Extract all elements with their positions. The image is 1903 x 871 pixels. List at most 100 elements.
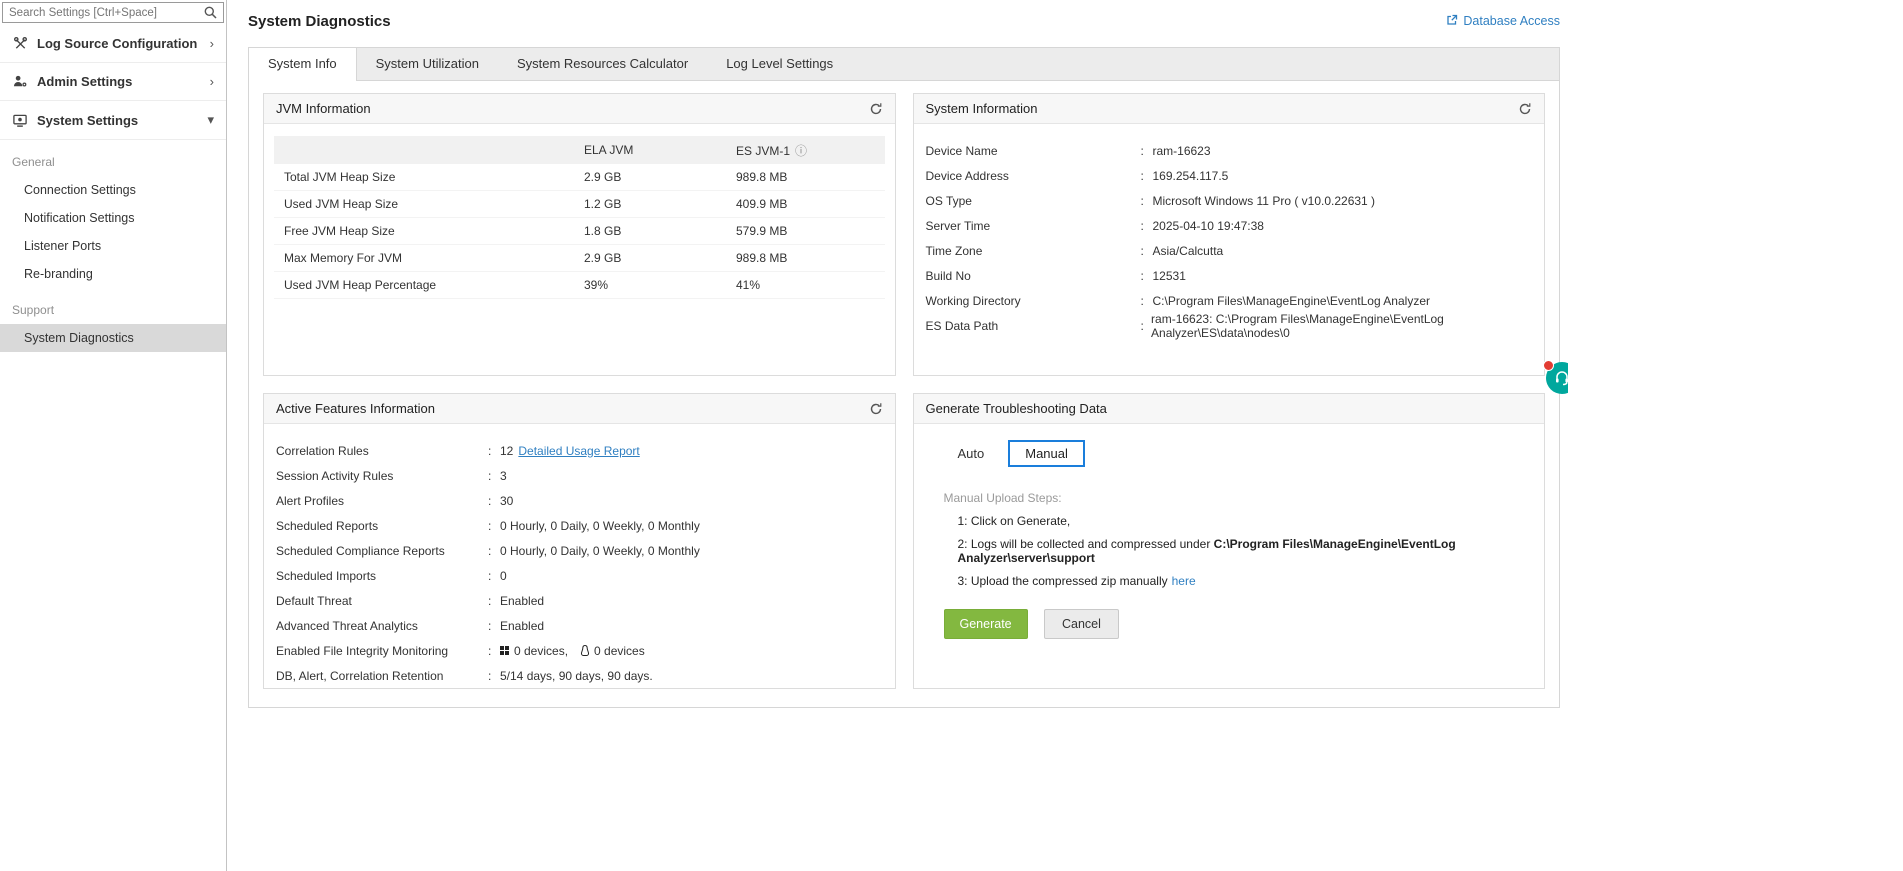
list-item: Correlation Rules:12 Detailed Usage Repor… xyxy=(276,443,640,458)
tab-system-utilization[interactable]: System Utilization xyxy=(357,48,498,80)
active-features-panel: Active Features Information Correlation … xyxy=(263,393,896,689)
row-label: Used JVM Heap Percentage xyxy=(284,278,437,292)
generate-button[interactable]: Generate xyxy=(943,609,1028,639)
sidebar-item-connection-settings[interactable]: Connection Settings xyxy=(0,176,226,204)
list-item-file-integrity: Enabled File Integrity Monitoring: 0 dev… xyxy=(276,643,645,658)
upload-here-link[interactable]: here xyxy=(1172,574,1196,588)
detailed-usage-report-link[interactable]: Detailed Usage Report xyxy=(518,444,639,458)
sidebar-section-general: General xyxy=(12,155,55,169)
system-gear-icon xyxy=(12,113,28,128)
chevron-down-icon: ▾ xyxy=(207,112,214,127)
list-item: Device Name: ram-16623 xyxy=(925,143,1211,158)
tab-log-level-settings[interactable]: Log Level Settings xyxy=(707,48,852,80)
database-access-link[interactable]: Database Access xyxy=(1446,14,1560,29)
sidebar-item-admin-settings[interactable]: Admin Settings › xyxy=(0,63,226,101)
sidebar-item-listener-ports[interactable]: Listener Ports xyxy=(0,232,226,260)
list-item: Scheduled Reports:0 Hourly, 0 Daily, 0 W… xyxy=(276,518,700,533)
chevron-right-icon: › xyxy=(209,74,214,89)
colon: : xyxy=(1140,168,1144,183)
features-list: Correlation Rules:12 Detailed Usage Repor… xyxy=(264,424,895,688)
ela-jvm-value: 39% xyxy=(584,278,609,292)
troubleshoot-actions: Generate Cancel xyxy=(943,609,1515,639)
colon: : xyxy=(488,443,492,458)
jvm-table-header: ELA JVM ES JVM-1 ⓘ xyxy=(274,136,885,164)
sidebar-item-system-settings[interactable]: System Settings ▾ xyxy=(0,101,226,140)
colon: : xyxy=(1140,268,1144,283)
manual-upload-steps-title: Manual Upload Steps: xyxy=(943,491,1062,505)
list-item: Alert Profiles:30 xyxy=(276,493,514,508)
es-jvm-value: 989.8 MB xyxy=(736,170,788,184)
colon: : xyxy=(1140,293,1144,308)
nav-label: Log Source Configuration xyxy=(37,36,198,51)
sidebar-item-system-diagnostics[interactable]: System Diagnostics xyxy=(0,324,226,352)
external-link-icon xyxy=(1446,14,1458,29)
troubleshooting-panel: Generate Troubleshooting Data Auto Manua… xyxy=(912,393,1545,689)
colon: : xyxy=(488,493,492,508)
colon: : xyxy=(488,518,492,533)
step-1: 1: Click on Generate, xyxy=(957,514,1071,528)
page-header: System Diagnostics Database Access xyxy=(248,0,1560,40)
sidebar-item-re-branding[interactable]: Re-branding xyxy=(0,260,226,288)
generate-mode-toggle: Auto Manual xyxy=(958,440,1515,467)
list-item: OS Type: Microsoft Windows 11 Pro ( v10.0… xyxy=(925,193,1376,208)
app-window: Log Source Configuration › Admin Setting… xyxy=(0,0,1568,871)
column-header-es-jvm: ES JVM-1 ⓘ xyxy=(736,143,808,158)
jvm-table: ELA JVM ES JVM-1 ⓘ Total JVM Heap Size 2.… xyxy=(274,136,885,299)
headset-icon xyxy=(1556,371,1568,386)
panel-title: JVM Information xyxy=(276,101,371,116)
list-item: Device Address:169.254.117.5 xyxy=(925,168,1229,183)
colon: : xyxy=(1140,143,1144,158)
colon: : xyxy=(1140,218,1144,233)
list-item: Session Activity Rules:3 xyxy=(276,468,507,483)
ela-jvm-value: 1.8 GB xyxy=(584,224,622,238)
colon: : xyxy=(488,543,492,558)
ela-jvm-value: 2.9 GB xyxy=(584,170,622,184)
colon: : xyxy=(488,668,492,683)
chevron-right-icon: › xyxy=(209,36,214,51)
page-title: System Diagnostics xyxy=(248,12,391,30)
ela-jvm-value: 1.2 GB xyxy=(584,197,622,211)
info-icon[interactable]: ⓘ xyxy=(795,144,807,158)
colon: : xyxy=(488,568,492,583)
sidebar-item-log-source-configuration[interactable]: Log Source Configuration › xyxy=(0,25,226,63)
es-jvm-value: 41% xyxy=(736,278,761,292)
list-item: Working Directory: C:\Program Files\Manag… xyxy=(925,293,1430,308)
sidebar-item-notification-settings[interactable]: Notification Settings xyxy=(0,204,226,232)
manual-mode-option[interactable]: Manual xyxy=(1008,440,1085,467)
row-label: Max Memory For JVM xyxy=(284,251,403,265)
tab-bar: System Info System Utilization System Re… xyxy=(249,48,1559,81)
tab-system-resources-calculator[interactable]: System Resources Calculator xyxy=(498,48,707,80)
list-item: Scheduled Compliance Reports:0 Hourly, 0… xyxy=(276,543,700,558)
settings-search-box[interactable] xyxy=(2,2,224,23)
search-icon[interactable] xyxy=(198,6,223,19)
search-input[interactable] xyxy=(3,6,198,19)
system-information-panel: System Information Device Name: ram-16623… xyxy=(912,93,1545,376)
table-row: Used JVM Heap Percentage 39% 41% xyxy=(274,272,885,299)
colon: : xyxy=(1140,193,1144,208)
system-info-list: Device Name: ram-16623 Device Address:169… xyxy=(914,124,1545,340)
database-access-label: Database Access xyxy=(1463,14,1560,28)
auto-mode-option[interactable]: Auto xyxy=(958,446,985,461)
step-2: 2: Logs will be collected and compressed… xyxy=(957,537,1456,565)
colon: : xyxy=(1140,318,1144,333)
list-item: ES Data Path: ram-16623: C:\Program Files… xyxy=(925,311,1444,340)
refresh-icon[interactable] xyxy=(869,402,883,416)
cancel-button[interactable]: Cancel xyxy=(1043,609,1119,639)
list-item: DB, Alert, Correlation Retention:5/14 da… xyxy=(276,668,653,683)
es-jvm-value: 989.8 MB xyxy=(736,251,788,265)
tab-system-info[interactable]: System Info xyxy=(249,48,357,81)
panel-title: Active Features Information xyxy=(276,401,435,416)
refresh-icon[interactable] xyxy=(869,102,883,116)
list-item: Build No:12531 xyxy=(925,268,1186,283)
row-label: Total JVM Heap Size xyxy=(284,170,396,184)
column-header-ela-jvm: ELA JVM xyxy=(584,143,634,157)
table-row: Used JVM Heap Size 1.2 GB 409.9 MB xyxy=(274,191,885,218)
table-row: Free JVM Heap Size 1.8 GB 579.9 MB xyxy=(274,218,885,245)
es-jvm-value: 409.9 MB xyxy=(736,197,788,211)
nav-label: System Settings xyxy=(37,112,139,128)
table-row: Total JVM Heap Size 2.9 GB 989.8 MB xyxy=(274,164,885,191)
row-label: Used JVM Heap Size xyxy=(284,197,399,211)
list-item: Scheduled Imports:0 xyxy=(276,568,507,583)
refresh-icon[interactable] xyxy=(1518,102,1532,116)
sidebar-section-support: Support xyxy=(12,303,55,317)
